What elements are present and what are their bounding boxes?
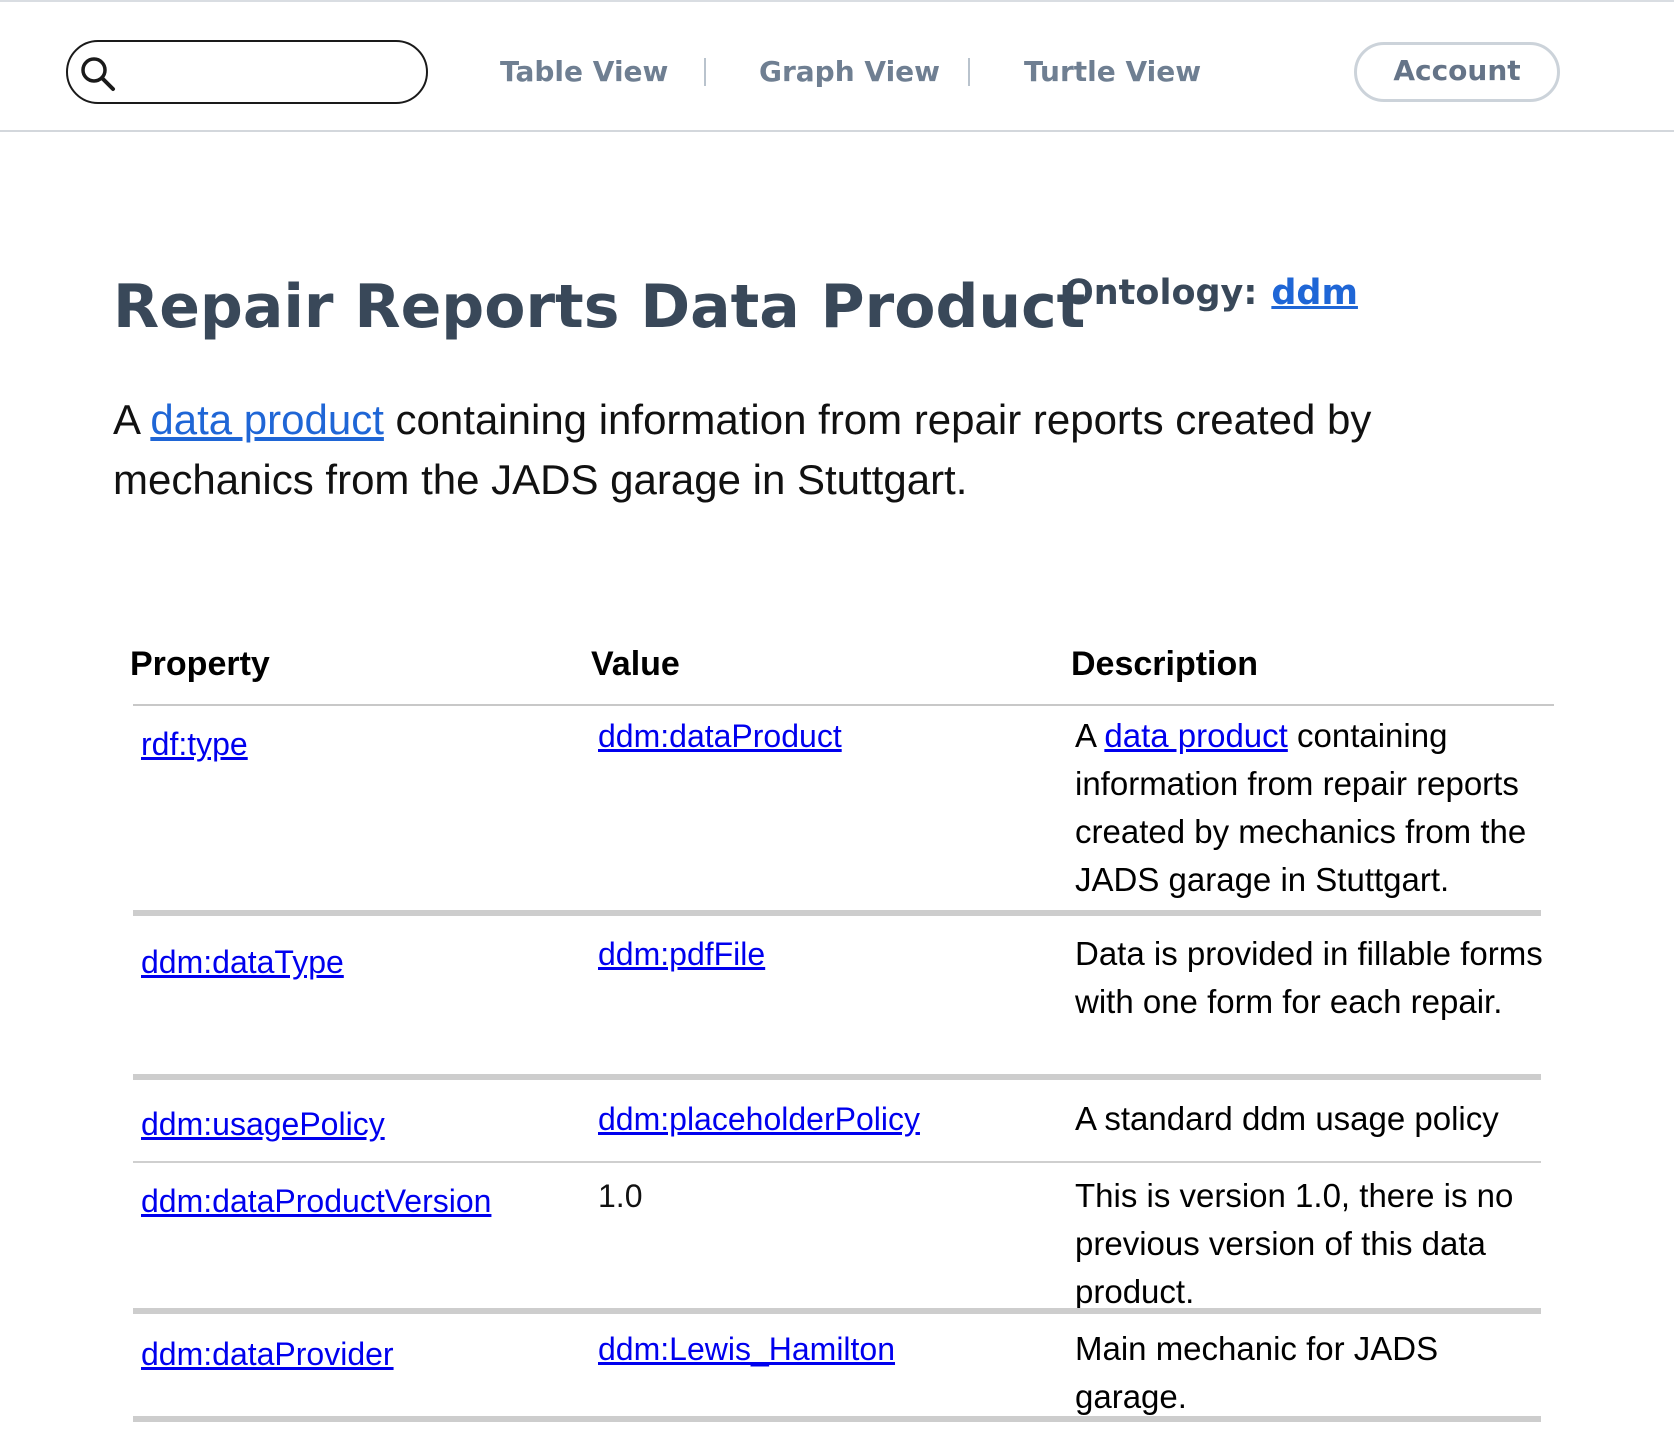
nav-separator (704, 58, 706, 86)
search-box[interactable] (66, 40, 428, 104)
ontology-link[interactable]: ddm (1271, 273, 1358, 313)
row-divider (133, 910, 1541, 916)
nav-graph-view[interactable]: Graph View (759, 54, 940, 90)
row-divider (133, 1074, 1541, 1080)
row-divider (133, 1416, 1541, 1422)
row-divider (133, 1161, 1541, 1163)
property-link[interactable]: ddm:dataType (141, 938, 344, 986)
value-link[interactable]: ddm:pdfFile (598, 930, 765, 978)
row-description: Main mechanic for JADS garage. (1075, 1330, 1439, 1415)
value-text: 1.0 (598, 1178, 643, 1214)
row-description: Data is provided in fillable forms with … (1075, 935, 1543, 1020)
value-link[interactable]: ddm:Lewis_Hamilton (598, 1325, 895, 1373)
value-link[interactable]: ddm:dataProduct (598, 712, 842, 760)
row-description: A standard ddm usage policy (1075, 1100, 1499, 1137)
page-title: Repair Reports Data Product (113, 272, 1086, 342)
row-divider (133, 1308, 1541, 1314)
header-divider (133, 704, 1554, 706)
column-header-value: Value (591, 645, 680, 683)
row-description: This is version 1.0, there is no previou… (1075, 1177, 1514, 1310)
nav-turtle-view[interactable]: Turtle View (1024, 54, 1201, 90)
property-link[interactable]: ddm:dataProvider (141, 1330, 394, 1378)
property-link[interactable]: ddm:dataProductVersion (141, 1177, 491, 1225)
ontology-label: Ontology: (1064, 273, 1258, 313)
row-description: A data product containing information fr… (1075, 712, 1545, 904)
page-description: A data product containing information fr… (113, 390, 1533, 510)
top-navigation-bar: Table View Graph View Turtle View Accoun… (0, 0, 1674, 132)
description-prefix: A (113, 396, 151, 443)
search-icon (81, 57, 115, 91)
nav-separator (968, 58, 970, 86)
data-product-link[interactable]: data product (150, 396, 384, 443)
column-header-description: Description (1071, 645, 1259, 683)
ontology-indicator: Ontology: ddm (1064, 268, 1358, 318)
data-product-link[interactable]: data product (1104, 717, 1287, 754)
value-link[interactable]: ddm:placeholderPolicy (598, 1095, 920, 1143)
column-header-property: Property (130, 645, 270, 683)
property-link[interactable]: rdf:type (141, 720, 248, 768)
row-description-prefix: A (1075, 717, 1105, 754)
nav-table-view[interactable]: Table View (500, 54, 668, 90)
account-button[interactable]: Account (1354, 42, 1560, 102)
search-input[interactable] (124, 52, 418, 94)
property-link[interactable]: ddm:usagePolicy (141, 1100, 385, 1148)
